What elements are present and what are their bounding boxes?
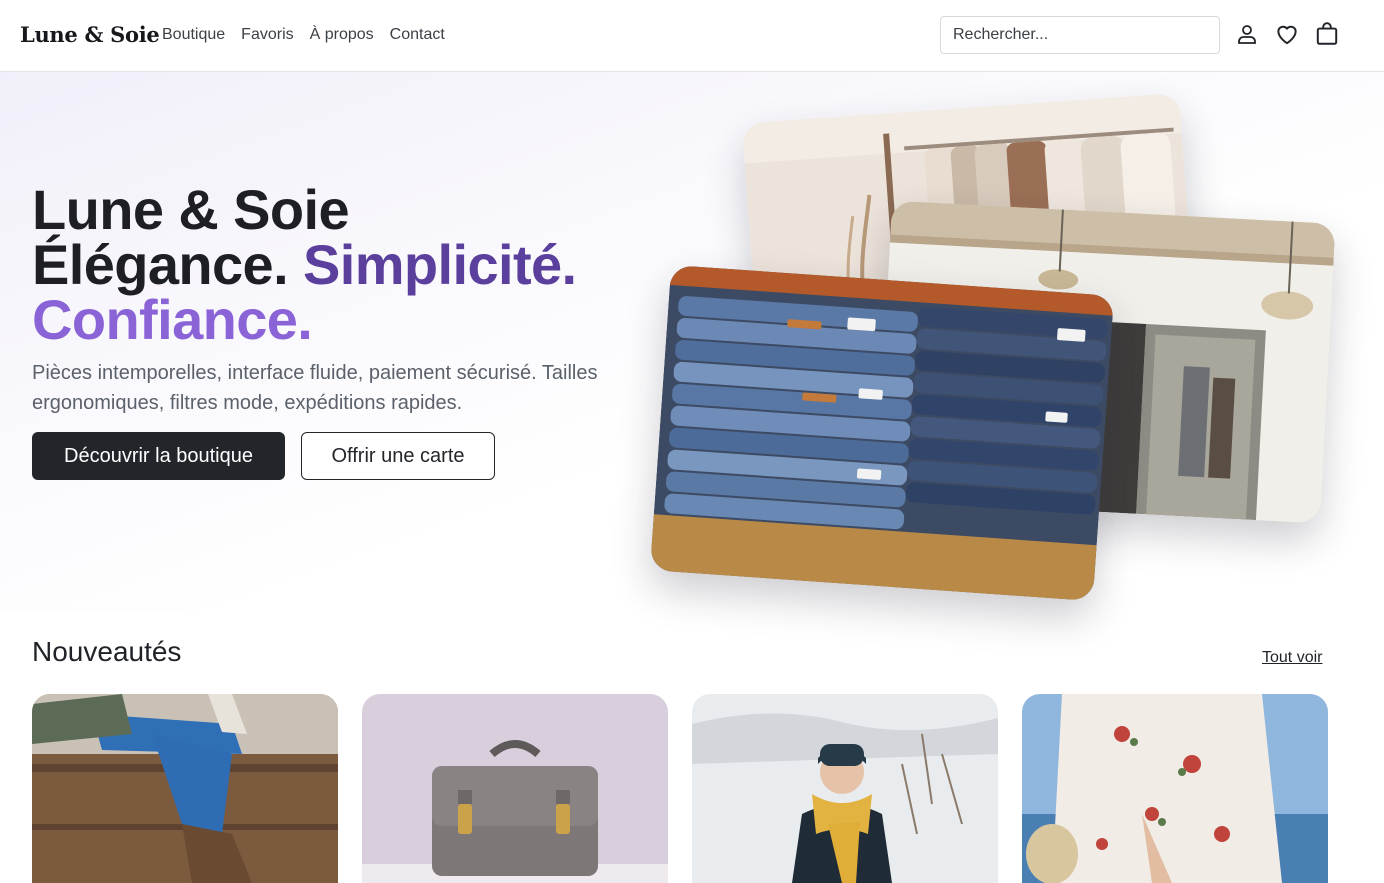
hero-title: Lune & Soie Élégance. Simplicité. Confia… xyxy=(32,178,577,351)
user-icon[interactable] xyxy=(1233,20,1261,48)
new-arrivals-title: Nouveautés xyxy=(32,636,182,667)
gift-card-button[interactable]: Offrir une carte xyxy=(301,432,495,480)
shopping-bag-icon[interactable] xyxy=(1313,20,1341,48)
hero-subtitle: Pièces intemporelles, interface fluide, … xyxy=(32,362,598,414)
hero-title-simplicite: Simplicité. xyxy=(303,233,577,296)
hero-title-confiance: Confiance. xyxy=(32,288,313,351)
yellow-scarf-photo[interactable] xyxy=(692,694,998,883)
see-all-link[interactable]: Tout voir xyxy=(1262,649,1322,667)
leather-satchel-photo[interactable] xyxy=(362,694,668,883)
hero-section: Lune & Soie Élégance. Simplicité. Confia… xyxy=(0,72,1384,612)
hero-title-line1: Lune & Soie xyxy=(32,178,350,241)
hero-title-elegance: Élégance. xyxy=(32,233,289,296)
nav-link-favoris[interactable]: Favoris xyxy=(241,26,293,44)
hero-title-line2: Élégance. Simplicité. xyxy=(32,237,577,293)
nav-link-contact[interactable]: Contact xyxy=(390,26,445,44)
site-header: Lune & Soie Boutique Favoris À propos Co… xyxy=(0,0,1384,72)
discover-shop-button[interactable]: Découvrir la boutique xyxy=(32,432,285,480)
nav-link-boutique[interactable]: Boutique xyxy=(162,26,225,44)
jeans-boots-photo[interactable] xyxy=(32,694,338,883)
brand-logo[interactable]: Lune & Soie xyxy=(20,22,160,47)
stacked-jeans-photo xyxy=(649,264,1115,602)
main-nav: Boutique Favoris À propos Contact xyxy=(162,26,445,44)
floral-dress-photo[interactable] xyxy=(1022,694,1328,883)
nav-link-a-propos[interactable]: À propos xyxy=(310,26,374,44)
search-input[interactable] xyxy=(940,16,1220,54)
heart-icon[interactable] xyxy=(1273,20,1301,48)
